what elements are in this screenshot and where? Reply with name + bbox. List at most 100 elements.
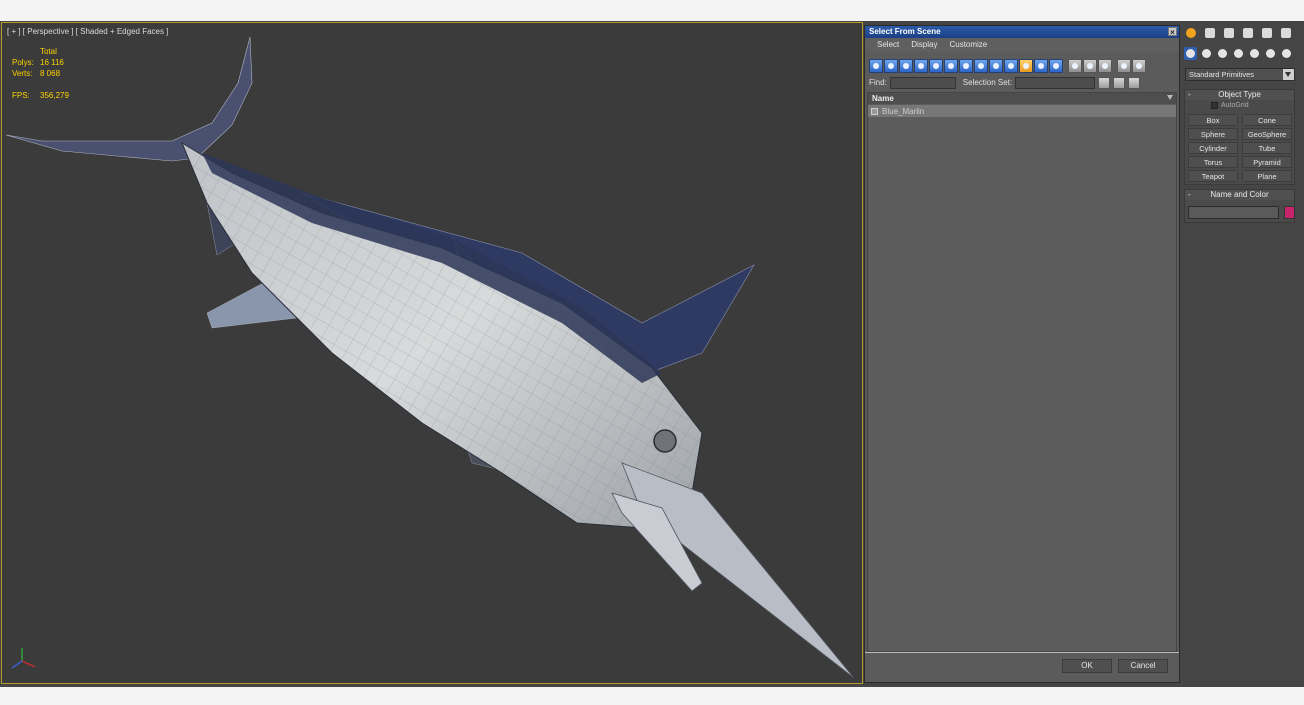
name-and-color-title: Name and Color <box>1210 190 1269 199</box>
menu-customize[interactable]: Customize <box>949 38 987 52</box>
ok-button[interactable]: OK <box>1062 659 1112 673</box>
axis-gizmo-icon <box>11 648 36 669</box>
filter-icon[interactable] <box>1117 59 1131 73</box>
shapes-icon[interactable] <box>1200 47 1213 60</box>
primitive-type-value: Standard Primitives <box>1189 70 1255 79</box>
select-none-icon[interactable] <box>1083 59 1097 73</box>
stats-polys-value: 16 116 <box>40 58 64 67</box>
dialog-menu-bar: Select Display Customize <box>865 38 1179 52</box>
display-frozen-icon[interactable] <box>1019 59 1033 73</box>
list-item-name: Blue_Marlin <box>882 106 925 116</box>
primitive-buttons: Box Cone Sphere GeoSphere Cylinder Tube … <box>1188 114 1292 182</box>
stats-fps-row: FPS: 356,279 <box>12 90 69 101</box>
stats-verts-row: Verts: 8 068 <box>12 68 69 79</box>
display-cameras-icon[interactable] <box>914 59 928 73</box>
display-icon[interactable] <box>1259 25 1274 40</box>
utilities-icon[interactable] <box>1278 25 1293 40</box>
stats-fps-label: FPS: <box>12 91 30 100</box>
object-type-title: Object Type <box>1218 90 1261 99</box>
command-panel: Standard Primitives - Object Type AutoGr… <box>1181 22 1304 684</box>
teapot-button[interactable]: Teapot <box>1188 170 1238 182</box>
selection-set-edit-icon[interactable] <box>1128 76 1141 89</box>
marlin-model[interactable] <box>2 23 863 684</box>
display-lights-icon[interactable] <box>899 59 913 73</box>
cone-button[interactable]: Cone <box>1242 114 1292 126</box>
collapse-icon[interactable]: - <box>1188 190 1191 200</box>
selection-set-remove-icon[interactable] <box>1113 76 1126 89</box>
spacewarps-icon[interactable] <box>1264 47 1277 60</box>
lights-icon[interactable] <box>1216 47 1229 60</box>
display-helpers-icon[interactable] <box>929 59 943 73</box>
create-icon[interactable] <box>1183 25 1198 40</box>
name-and-color-rollout: - Name and Color <box>1184 189 1295 223</box>
cylinder-button[interactable]: Cylinder <box>1188 142 1238 154</box>
menu-display[interactable]: Display <box>911 38 937 52</box>
object-icon <box>871 107 878 115</box>
torus-button[interactable]: Torus <box>1188 156 1238 168</box>
sphere-button[interactable]: Sphere <box>1188 128 1238 140</box>
display-groups-icon[interactable] <box>959 59 973 73</box>
box-button[interactable]: Box <box>1188 114 1238 126</box>
dialog-title: Select From Scene <box>869 27 941 36</box>
app-window: [ + ] [ Perspective ] [ Shaded + Edged F… <box>0 0 1304 705</box>
list-header-label: Name <box>872 94 894 103</box>
find-row: Find: Selection Set: <box>869 76 1141 89</box>
display-spacewarps-icon[interactable] <box>944 59 958 73</box>
name-and-color-header[interactable]: - Name and Color <box>1185 190 1294 200</box>
stats-polys-label: Polys: <box>12 58 34 67</box>
object-color-swatch[interactable] <box>1284 206 1295 219</box>
chevron-down-icon[interactable] <box>1283 69 1294 80</box>
collapse-icon[interactable]: - <box>1188 90 1191 100</box>
primitive-type-dropdown[interactable]: Standard Primitives <box>1185 68 1295 81</box>
tube-button[interactable]: Tube <box>1242 142 1292 154</box>
display-shapes-icon[interactable] <box>884 59 898 73</box>
display-all-icon[interactable] <box>1049 59 1063 73</box>
stats-polys-row: Polys: 16 116 <box>12 57 69 68</box>
find-input[interactable] <box>889 76 956 89</box>
scene-object-list[interactable]: Name Blue_Marlin <box>867 92 1177 652</box>
select-invert-icon[interactable] <box>1098 59 1112 73</box>
dialog-title-bar[interactable]: Select From Scene × <box>865 26 1179 38</box>
stats-verts-value: 8 068 <box>40 69 61 78</box>
geosphere-button[interactable]: GeoSphere <box>1242 128 1292 140</box>
stats-fps-value: 356,279 <box>40 91 69 100</box>
list-item[interactable]: Blue_Marlin <box>868 105 1176 117</box>
selection-set-label: Selection Set: <box>962 78 1013 87</box>
selection-set-add-icon[interactable] <box>1098 76 1111 89</box>
close-icon[interactable]: × <box>1168 27 1177 37</box>
motion-icon[interactable] <box>1240 25 1255 40</box>
object-type-header[interactable]: - Object Type <box>1185 90 1294 100</box>
helpers-icon[interactable] <box>1248 47 1261 60</box>
cameras-icon[interactable] <box>1232 47 1245 60</box>
perspective-viewport[interactable]: [ + ] [ Perspective ] [ Shaded + Edged F… <box>1 22 863 684</box>
display-containers-icon[interactable] <box>1004 59 1018 73</box>
hierarchy-view-icon[interactable] <box>1132 59 1146 73</box>
autogrid-label: AutoGrid <box>1221 102 1249 109</box>
display-xrefs-icon[interactable] <box>974 59 988 73</box>
list-header-name[interactable]: Name <box>868 93 1176 104</box>
pyramid-button[interactable]: Pyramid <box>1242 156 1292 168</box>
filter-funnel-icon[interactable] <box>1167 95 1173 101</box>
cancel-button[interactable]: Cancel <box>1118 659 1168 673</box>
find-label: Find: <box>869 78 887 87</box>
menu-select[interactable]: Select <box>877 38 899 52</box>
display-geometry-icon[interactable] <box>869 59 883 73</box>
object-name-input[interactable] <box>1188 206 1279 219</box>
selection-set-dropdown[interactable] <box>1015 76 1096 89</box>
select-all-icon[interactable] <box>1068 59 1082 73</box>
display-hidden-icon[interactable] <box>1034 59 1048 73</box>
modify-icon[interactable] <box>1202 25 1217 40</box>
command-panel-tabs <box>1183 25 1293 40</box>
dialog-toolbar <box>869 58 1146 74</box>
systems-icon[interactable] <box>1280 47 1293 60</box>
autogrid-option[interactable]: AutoGrid <box>1211 102 1249 109</box>
plane-button[interactable]: Plane <box>1242 170 1292 182</box>
viewport-statistics: Total Polys: 16 116 Verts: 8 068 FPS: 35… <box>12 46 69 101</box>
viewport-label[interactable]: [ + ] [ Perspective ] [ Shaded + Edged F… <box>7 27 168 36</box>
geometry-icon[interactable] <box>1184 47 1197 60</box>
display-bones-icon[interactable] <box>989 59 1003 73</box>
autogrid-checkbox[interactable] <box>1211 102 1218 109</box>
object-type-rollout: - Object Type AutoGrid Box Cone Sphere G… <box>1184 89 1295 185</box>
stats-total-label: Total <box>40 47 57 56</box>
hierarchy-icon[interactable] <box>1221 25 1236 40</box>
